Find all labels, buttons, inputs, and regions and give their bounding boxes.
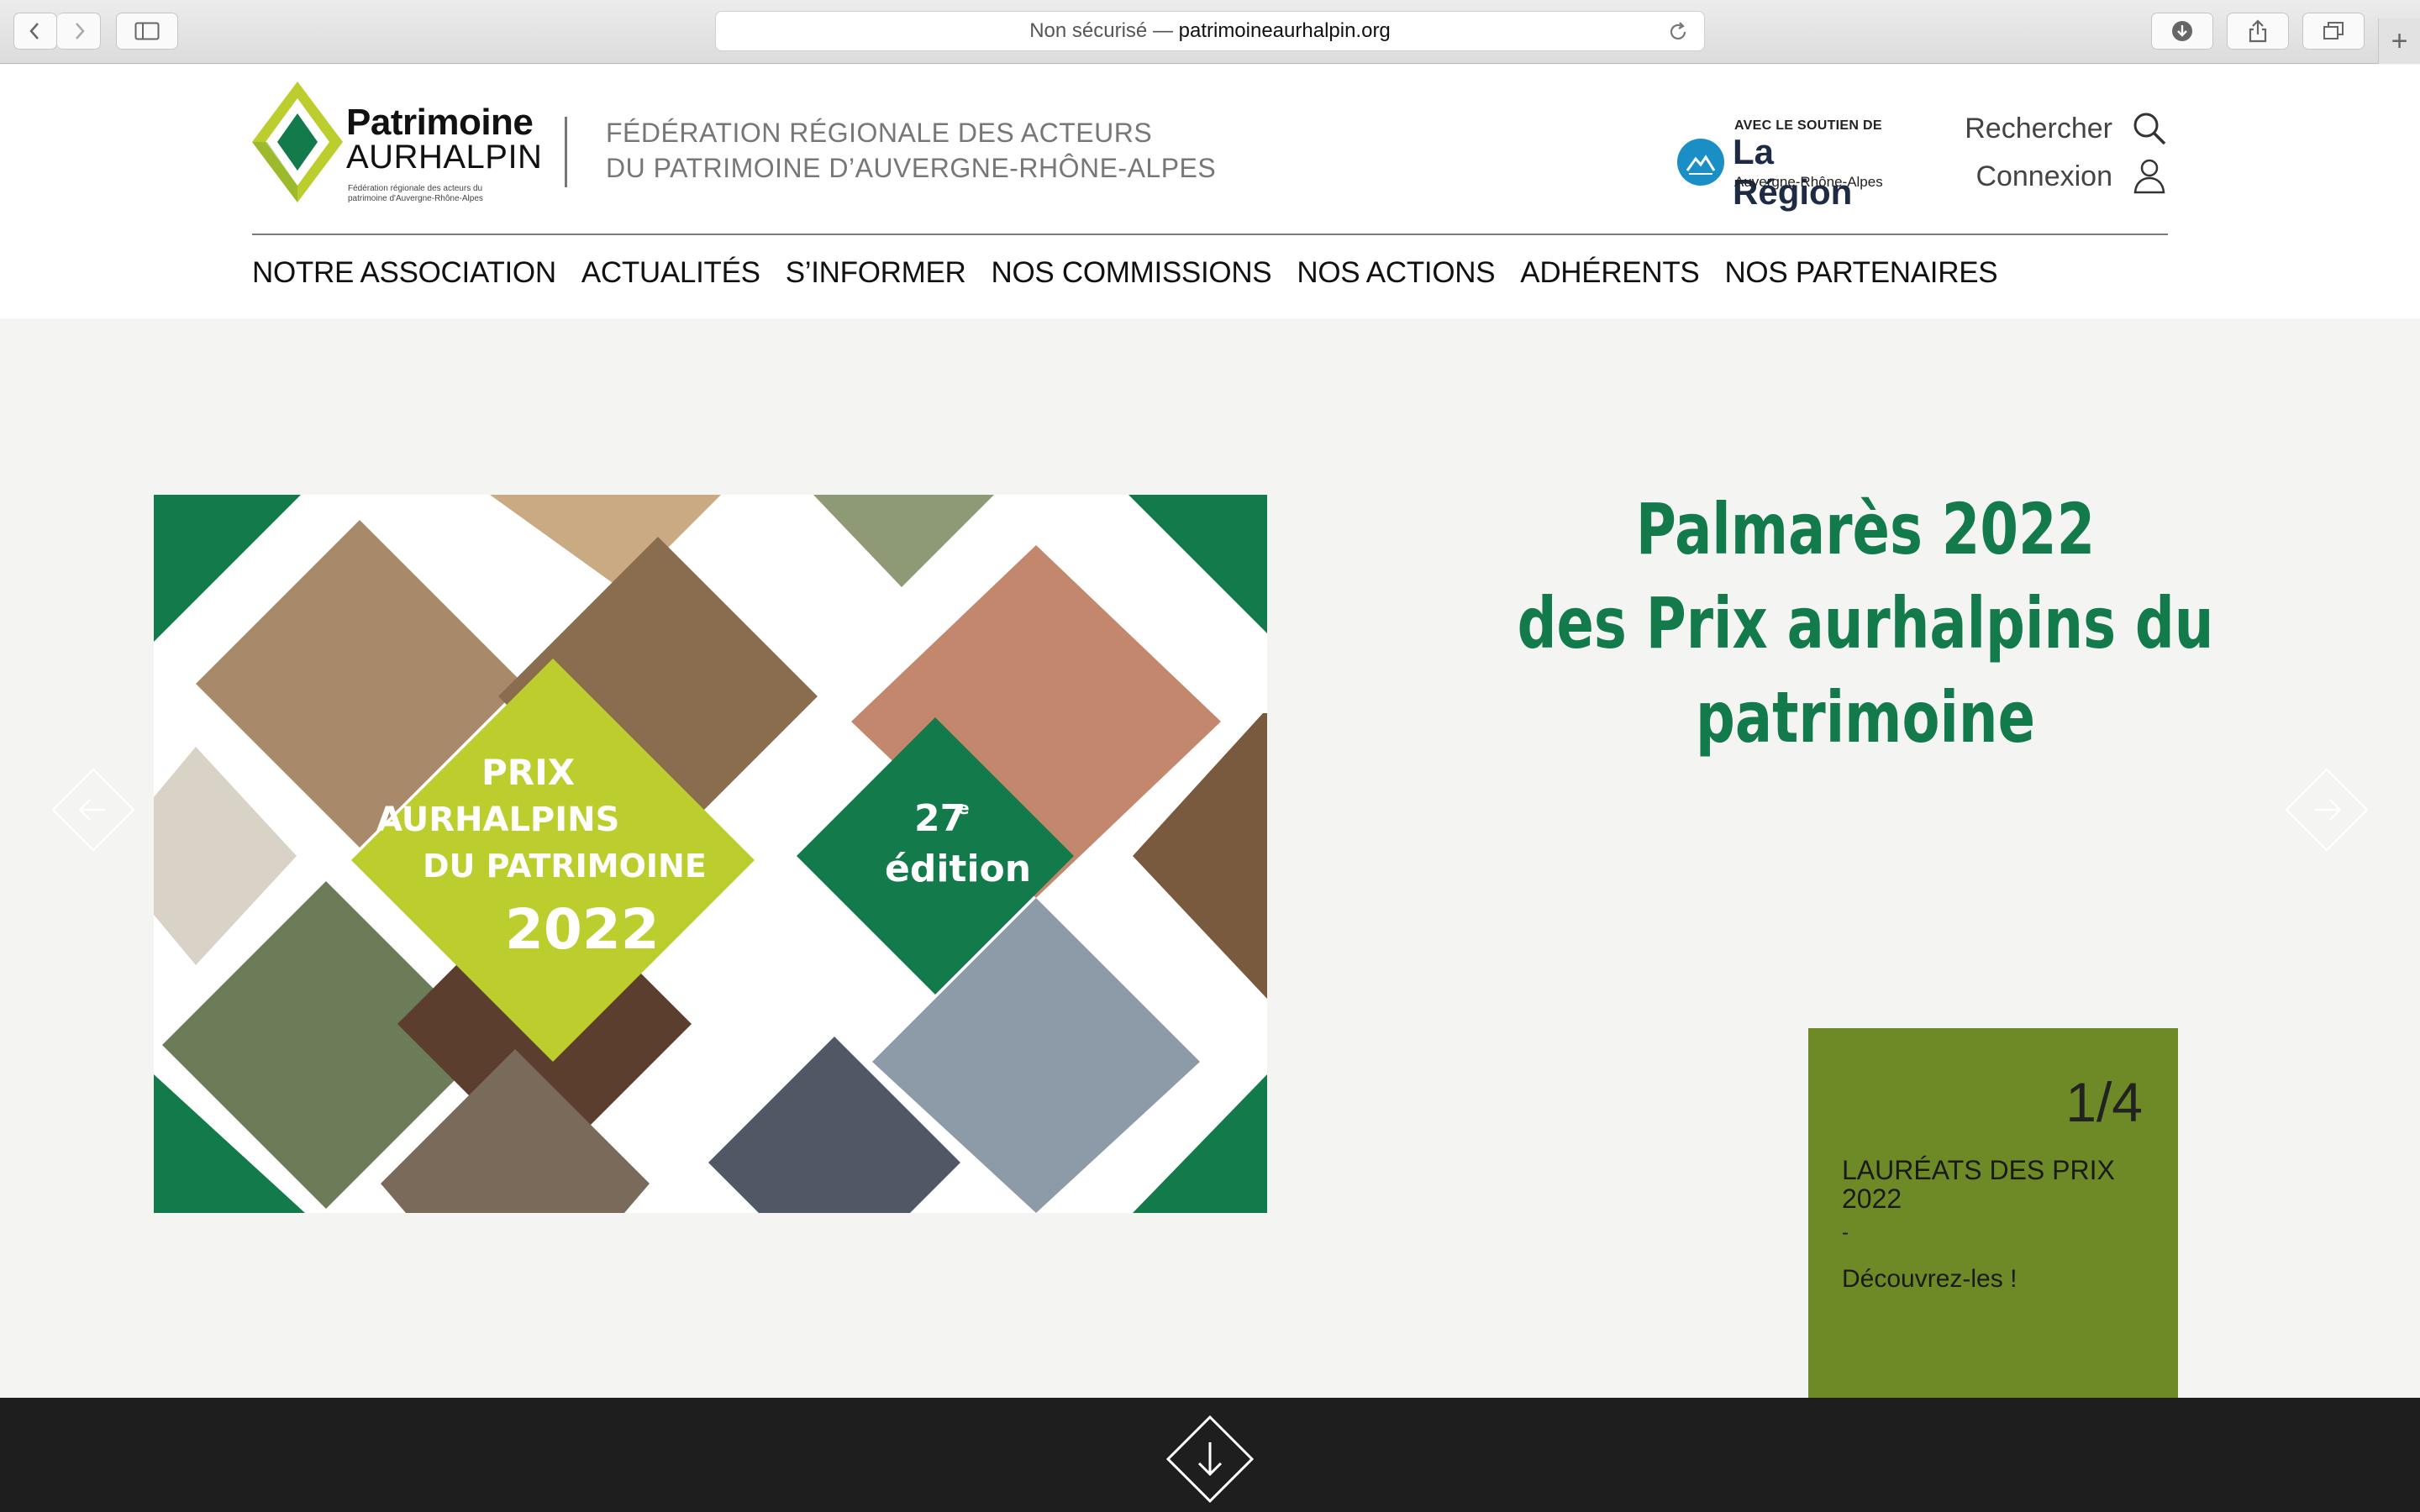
- reload-icon[interactable]: [1665, 19, 1691, 45]
- url-host: patrimoineaurhalpin.org: [1178, 19, 1391, 42]
- chevron-right-icon: [75, 23, 85, 39]
- address-bar[interactable]: Non sécurisé — patrimoineaurhalpin.org: [715, 11, 1705, 51]
- nav-nos-actions[interactable]: NOS ACTIONS: [1297, 256, 1495, 290]
- url-security-label: Non sécurisé —: [1029, 19, 1173, 42]
- nav-nos-commissions[interactable]: NOS COMMISSIONS: [991, 256, 1271, 290]
- nav-actualites[interactable]: ACTUALITÉS: [581, 256, 760, 290]
- site-logo[interactable]: Patrimoine AURHALPIN Fédération régional…: [250, 80, 544, 214]
- logo-title: Patrimoine: [346, 102, 534, 143]
- collage-text-aurhalpins: AURHALPINS: [376, 801, 619, 839]
- main-nav: NOTRE ASSOCIATION ACTUALITÉS S’INFORMER …: [252, 256, 1998, 290]
- slide-card-link[interactable]: Découvrez-les !: [1842, 1265, 2017, 1294]
- user-icon[interactable]: [2131, 157, 2168, 194]
- hero-headline: Palmarès 2022 des Prix aurhalpins du pat…: [1498, 482, 2233, 764]
- header-rule: [252, 234, 2168, 235]
- share-icon: [2249, 19, 2267, 43]
- region-mountain-icon: [1677, 139, 1724, 186]
- downloads-button[interactable]: [2151, 13, 2213, 50]
- nav-adherents[interactable]: ADHÉRENTS: [1520, 256, 1699, 290]
- back-button[interactable]: [13, 13, 57, 50]
- region-name: La Région: [1733, 132, 1853, 212]
- collage-text-year: 2022: [505, 897, 660, 962]
- slider-prev-arrow-icon[interactable]: [51, 768, 135, 852]
- federation-title: FÉDÉRATION RÉGIONALE DES ACTEURS DU PATR…: [606, 115, 1216, 186]
- collage-text-edition-sup: e: [958, 798, 970, 818]
- logo-diamond-icon: [252, 81, 343, 202]
- chevron-left-icon: [29, 23, 39, 39]
- sidebar-icon: [134, 22, 160, 40]
- federation-line-2: DU PATRIMOINE D’AUVERGNE-RHÔNE-ALPES: [606, 153, 1217, 183]
- search-icon[interactable]: [2131, 110, 2168, 147]
- collage-text-du-patrimoine: DU PATRIMOINE: [423, 848, 707, 885]
- collage-text-edition-word: édition: [885, 848, 1031, 890]
- hero-headline-line-2: des Prix aurhalpins du patrimoine: [1517, 582, 2214, 759]
- logo-tagline: Fédération régionale des acteurs du patr…: [348, 184, 483, 203]
- nav-nos-partenaires[interactable]: NOS PARTENAIRES: [1724, 256, 1997, 290]
- tabs-overview-icon: [2323, 22, 2344, 39]
- nav-s-informer[interactable]: S’INFORMER: [786, 256, 966, 290]
- scroll-down-arrow-icon[interactable]: [1165, 1415, 1255, 1504]
- region-sponsor-logo[interactable]: AVEC LE SOUTIEN DE La Région Auvergne-Rh…: [1677, 118, 1896, 212]
- hero-headline-line-1: Palmarès 2022: [1635, 488, 2096, 570]
- slide-card-separator: -: [1842, 1221, 1849, 1244]
- region-subtitle: Auvergne-Rhône-Alpes: [1734, 174, 1883, 190]
- browser-toolbar: Non sécurisé — patrimoineaurhalpin.org +: [0, 0, 2420, 64]
- header-divider: [565, 117, 567, 187]
- slide-counter: 1/4: [2065, 1071, 2143, 1133]
- logo-subtitle: AURHALPIN: [346, 139, 543, 176]
- collage-text-prix: PRIX: [481, 752, 575, 793]
- login-link[interactable]: Connexion: [1975, 160, 2112, 193]
- hero-collage-image[interactable]: PRIX AURHALPINS DU PATRIMOINE 2022 27 e …: [154, 495, 1267, 1213]
- new-tab-button[interactable]: +: [2378, 18, 2420, 64]
- hero-slider: PRIX AURHALPINS DU PATRIMOINE 2022 27 e …: [0, 318, 2420, 1398]
- forward-button[interactable]: [57, 13, 101, 50]
- share-button[interactable]: [2227, 13, 2289, 50]
- download-icon: [2172, 21, 2192, 41]
- collage-graphic: PRIX AURHALPINS DU PATRIMOINE 2022 27 e …: [154, 495, 1267, 1213]
- tabs-button[interactable]: [2302, 13, 2365, 50]
- slide-card-title: LAURÉATS DES PRIX 2022: [1842, 1155, 2115, 1214]
- search-link[interactable]: Rechercher: [1965, 113, 2112, 145]
- sidebar-button[interactable]: [116, 13, 178, 50]
- scroll-down-bar: [0, 1398, 2420, 1512]
- nav-notre-association[interactable]: NOTRE ASSOCIATION: [252, 256, 556, 290]
- federation-line-1: FÉDÉRATION RÉGIONALE DES ACTEURS: [606, 118, 1153, 148]
- site-header: Patrimoine AURHALPIN Fédération régional…: [0, 65, 2420, 318]
- slider-next-arrow-icon[interactable]: [2285, 768, 2369, 852]
- slide-info-card[interactable]: 1/4 LAURÉATS DES PRIX 2022 - Découvrez-l…: [1808, 1028, 2178, 1398]
